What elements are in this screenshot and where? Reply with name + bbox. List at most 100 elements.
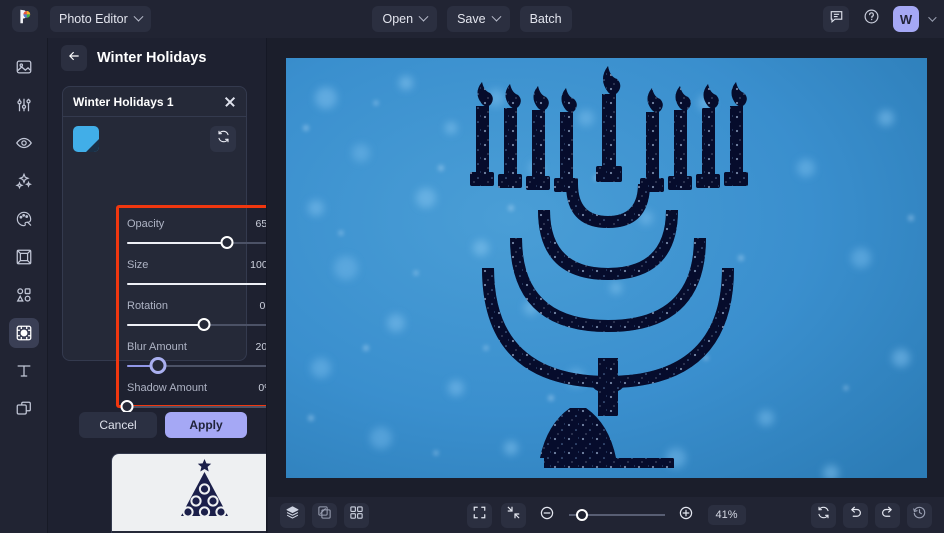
sidebar-item-adjustments[interactable] bbox=[9, 90, 39, 120]
history-icon bbox=[912, 505, 927, 525]
grid-icon bbox=[349, 505, 364, 525]
undo-icon bbox=[848, 505, 863, 525]
slider-label-row: Opacity 65% bbox=[127, 214, 266, 233]
app-window: Photo Editor Open Save Batch W Winter Ho… bbox=[0, 0, 944, 533]
zoom-out-button[interactable] bbox=[535, 503, 560, 528]
help-circle-icon bbox=[863, 8, 880, 30]
slider-handle[interactable] bbox=[149, 357, 167, 374]
slider-value[interactable]: 100% bbox=[246, 258, 266, 272]
layers-stack-icon bbox=[285, 505, 300, 525]
shrink-icon bbox=[506, 505, 521, 525]
swatch-row bbox=[73, 126, 236, 152]
save-label: Save bbox=[457, 12, 486, 26]
slider-value[interactable]: 20% bbox=[251, 340, 266, 354]
slider-track-area[interactable] bbox=[127, 274, 266, 294]
slider-value[interactable]: 0% bbox=[251, 381, 266, 395]
zoom-in-icon bbox=[678, 505, 694, 526]
zoom-slider[interactable] bbox=[568, 507, 665, 523]
sidebar-item-retouch[interactable] bbox=[9, 128, 39, 158]
slider-track-area[interactable] bbox=[127, 233, 266, 253]
colorwheel-logo-icon bbox=[17, 8, 34, 30]
overlay-thumbnail-image bbox=[112, 454, 266, 531]
sidebar-item-image[interactable] bbox=[9, 52, 39, 82]
batch-button[interactable]: Batch bbox=[519, 6, 572, 32]
compare-button[interactable] bbox=[312, 502, 337, 528]
fit-screen-icon bbox=[472, 505, 487, 525]
slider-opacity: Opacity 65% bbox=[127, 214, 266, 253]
undo-button[interactable] bbox=[843, 502, 868, 528]
slider-value[interactable]: 65% bbox=[251, 217, 266, 231]
grid-button[interactable] bbox=[344, 502, 369, 528]
sidebar-item-paint[interactable] bbox=[9, 204, 39, 234]
slider-size: Size 100% bbox=[127, 255, 266, 294]
chevron-down-icon bbox=[491, 11, 502, 22]
slider-handle[interactable] bbox=[220, 236, 234, 249]
chat-icon bbox=[829, 9, 844, 29]
adjustment-sliders-group: Opacity 65% Size 100% Rotation 0 ° Blur Amount… bbox=[116, 205, 266, 413]
chevron-down-icon[interactable] bbox=[928, 13, 937, 22]
batch-label: Batch bbox=[529, 12, 562, 26]
open-button[interactable]: Open bbox=[372, 6, 438, 32]
canvas-image bbox=[285, 57, 927, 478]
avatar[interactable]: W bbox=[893, 6, 919, 32]
slider-label: Opacity bbox=[127, 217, 165, 230]
slider-handle[interactable] bbox=[197, 318, 211, 331]
canvas-area[interactable] bbox=[268, 38, 944, 497]
overlay-thumbnail-card[interactable]: Winter Holidays 2 bbox=[111, 453, 266, 533]
fit-screen-button[interactable] bbox=[466, 502, 492, 528]
left-tool-rail bbox=[0, 38, 48, 533]
reset-icon bbox=[816, 505, 831, 525]
slider-fill bbox=[127, 324, 204, 326]
slider-label: Shadow Amount bbox=[127, 381, 208, 394]
apply-button[interactable]: Apply bbox=[165, 412, 247, 438]
sidebar-item-layers[interactable] bbox=[9, 394, 39, 424]
zoom-in-button[interactable] bbox=[674, 503, 699, 528]
panel-header: Winter Holidays bbox=[48, 38, 266, 78]
slider-label-row: Shadow Amount 0% bbox=[127, 378, 266, 397]
zoom-slider-handle[interactable] bbox=[575, 509, 588, 521]
slider-label: Size bbox=[127, 258, 149, 271]
slider-fill bbox=[127, 283, 266, 285]
layers-button[interactable] bbox=[280, 502, 305, 528]
overlay-color-swatch[interactable] bbox=[73, 126, 99, 152]
reset-overlay-button[interactable] bbox=[210, 126, 236, 152]
top-bar: Photo Editor Open Save Batch W bbox=[0, 0, 944, 38]
help-button[interactable] bbox=[858, 6, 884, 32]
history-controls bbox=[811, 502, 932, 528]
arrow-left-icon bbox=[67, 49, 81, 68]
slider-blur-amount: Blur Amount 20% bbox=[127, 337, 266, 376]
reset-button[interactable] bbox=[811, 502, 836, 528]
cancel-button[interactable]: Cancel bbox=[79, 412, 157, 438]
history-button[interactable] bbox=[907, 502, 932, 528]
card-header: Winter Holidays 1 bbox=[63, 87, 246, 117]
redo-icon bbox=[880, 505, 895, 525]
top-right-actions: W bbox=[823, 6, 937, 32]
sidebar-item-text[interactable] bbox=[9, 356, 39, 386]
page-title: Winter Holidays bbox=[97, 50, 207, 66]
slider-track-area[interactable] bbox=[127, 315, 266, 335]
feedback-button[interactable] bbox=[823, 6, 849, 32]
app-logo-button[interactable] bbox=[12, 6, 38, 32]
slider-label-row: Blur Amount 20% bbox=[127, 337, 266, 356]
back-button[interactable] bbox=[61, 45, 87, 71]
shrink-button[interactable] bbox=[500, 502, 526, 528]
sidebar-item-overlay[interactable] bbox=[8, 318, 39, 348]
app-menu-button[interactable]: Photo Editor bbox=[50, 6, 151, 32]
zoom-out-icon bbox=[539, 505, 555, 526]
card-actions: Cancel Apply bbox=[62, 412, 247, 438]
redo-button[interactable] bbox=[875, 502, 900, 528]
close-icon[interactable] bbox=[224, 96, 236, 108]
sidebar-item-shapes[interactable] bbox=[9, 280, 39, 310]
slider-fill bbox=[127, 242, 228, 244]
zoom-level-value[interactable]: 41% bbox=[707, 505, 746, 525]
slider-value[interactable]: 0 ° bbox=[251, 299, 266, 313]
sidebar-item-frame[interactable] bbox=[9, 242, 39, 272]
reset-icon bbox=[216, 129, 231, 149]
slider-track-area[interactable] bbox=[127, 356, 266, 376]
sidebar-item-effects[interactable] bbox=[9, 166, 39, 196]
slider-label-row: Size 100% bbox=[127, 255, 266, 274]
save-button[interactable]: Save bbox=[447, 6, 510, 32]
overlay-panel: Winter Holidays Winter Holidays 1 Opacit… bbox=[48, 38, 267, 533]
slider-track bbox=[127, 406, 266, 408]
slider-label: Rotation bbox=[127, 299, 168, 312]
